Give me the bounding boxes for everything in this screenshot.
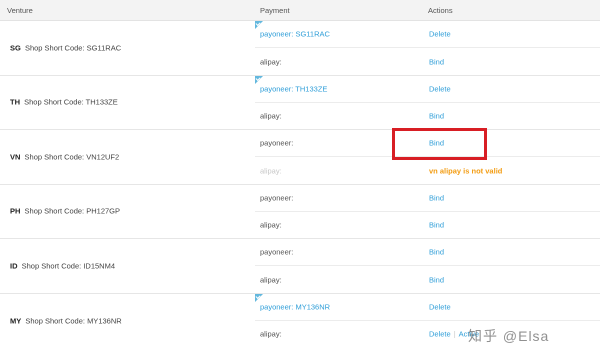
venture-code: TH xyxy=(10,97,20,107)
payment-row-payoneer: payoneer: Bind xyxy=(255,239,600,266)
shop-code-label: Shop Short Code: xyxy=(24,152,85,162)
payment-row-payoneer: payoneer: SG11RAC Delete xyxy=(255,21,600,48)
venture-label: VN Shop Short Code: VN12UF2 xyxy=(10,152,119,161)
venture-label: MY Shop Short Code: MY136NR xyxy=(10,316,122,325)
payment-row-payoneer: payoneer: Bind xyxy=(255,185,600,212)
watermark: 知乎 @Elsa xyxy=(468,328,550,344)
payment-binding-table: Venture Payment Actions SG Shop Short Co… xyxy=(0,0,600,348)
linked-flag-icon xyxy=(255,293,263,302)
payment-method-payoneer[interactable]: payoneer: TH133ZE xyxy=(260,84,327,93)
payment-method-payoneer: payoneer: xyxy=(260,247,294,257)
venture-row-sg: SG Shop Short Code: SG11RAC payoneer: SG… xyxy=(0,21,600,76)
payment-method-payoneer: payoneer: xyxy=(260,138,294,148)
header-payment: Payment xyxy=(260,6,290,15)
payment-row-alipay: alipay: vn alipay is not valid xyxy=(255,157,600,184)
bind-link[interactable]: Bind xyxy=(429,57,444,66)
venture-row-vn: VN Shop Short Code: VN12UF2 payoneer: Bi… xyxy=(0,130,600,185)
venture-label: TH Shop Short Code: TH133ZE xyxy=(10,98,118,107)
header-venture: Venture xyxy=(7,6,33,15)
shop-code-value: MY136NR xyxy=(87,316,122,326)
payment-row-alipay: alipay: Bind xyxy=(255,212,600,239)
payment-method-payoneer: payoneer: xyxy=(260,193,294,202)
venture-code: PH xyxy=(10,206,21,216)
bind-link[interactable]: Bind xyxy=(429,248,444,257)
payment-method-alipay: alipay: xyxy=(260,166,282,175)
shop-code-label: Shop Short Code: xyxy=(21,261,82,271)
action-separator: | xyxy=(453,329,456,339)
delete-link[interactable]: Delete xyxy=(429,302,451,311)
header-actions: Actions xyxy=(428,6,453,15)
bind-link[interactable]: Bind xyxy=(429,112,444,121)
delete-link[interactable]: Delete xyxy=(429,84,451,93)
delete-link[interactable]: Delete xyxy=(429,330,451,339)
payment-row-alipay: alipay: Bind xyxy=(255,103,600,130)
shop-code-value: VN12UF2 xyxy=(86,152,120,162)
payment-method-payoneer[interactable]: payoneer: MY136NR xyxy=(260,302,330,311)
bind-link[interactable]: Bind xyxy=(429,193,444,202)
bind-link[interactable]: Bind xyxy=(429,139,444,148)
payment-row-payoneer: payoneer: MY136NR Delete xyxy=(255,293,600,321)
venture-row-th: TH Shop Short Code: TH133ZE payoneer: TH… xyxy=(0,75,600,130)
shop-code-label: Shop Short Code: xyxy=(25,316,85,326)
venture-label: PH Shop Short Code: PH127GP xyxy=(10,207,120,216)
shop-code-value: SG11RAC xyxy=(86,43,122,53)
payment-method-alipay: alipay: xyxy=(260,57,282,66)
shop-code-value: ID15NM4 xyxy=(83,261,115,271)
payment-row-alipay: alipay: Bind xyxy=(255,266,600,293)
venture-label: ID Shop Short Code: ID15NM4 xyxy=(10,261,115,270)
shop-code-value: TH133ZE xyxy=(85,97,118,107)
venture-label: SG Shop Short Code: SG11RAC xyxy=(10,43,121,52)
payment-row-payoneer: payoneer: Bind xyxy=(255,130,600,157)
linked-flag-icon xyxy=(255,21,263,29)
payment-method-alipay: alipay: xyxy=(260,329,282,339)
venture-row-ph: PH Shop Short Code: PH127GP payoneer: Bi… xyxy=(0,185,600,239)
venture-code: VN xyxy=(10,152,21,162)
shop-code-label: Shop Short Code: xyxy=(24,43,85,53)
payment-method-payoneer[interactable]: payoneer: SG11RAC xyxy=(260,30,330,39)
shop-code-value: PH127GP xyxy=(86,206,121,216)
payment-method-alipay: alipay: xyxy=(260,275,282,284)
shop-code-label: Shop Short Code: xyxy=(24,206,85,216)
payment-row-alipay: alipay: Bind xyxy=(255,48,600,75)
venture-code: MY xyxy=(10,316,22,326)
table-header: Venture Payment Actions xyxy=(0,0,600,21)
shop-code-label: Shop Short Code: xyxy=(24,97,84,107)
delete-link[interactable]: Delete xyxy=(429,30,451,39)
bind-link[interactable]: Bind xyxy=(429,221,444,230)
venture-code: SG xyxy=(10,43,21,53)
bind-link[interactable]: Bind xyxy=(429,275,444,284)
venture-code: ID xyxy=(10,261,18,271)
invalid-warning: vn alipay is not valid xyxy=(429,166,503,175)
payment-method-alipay: alipay: xyxy=(260,220,282,230)
venture-row-id: ID Shop Short Code: ID15NM4 payoneer: Bi… xyxy=(0,239,600,294)
linked-flag-icon xyxy=(255,75,263,84)
payment-method-alipay: alipay: xyxy=(260,111,282,121)
payment-row-payoneer: payoneer: TH133ZE Delete xyxy=(255,75,600,103)
